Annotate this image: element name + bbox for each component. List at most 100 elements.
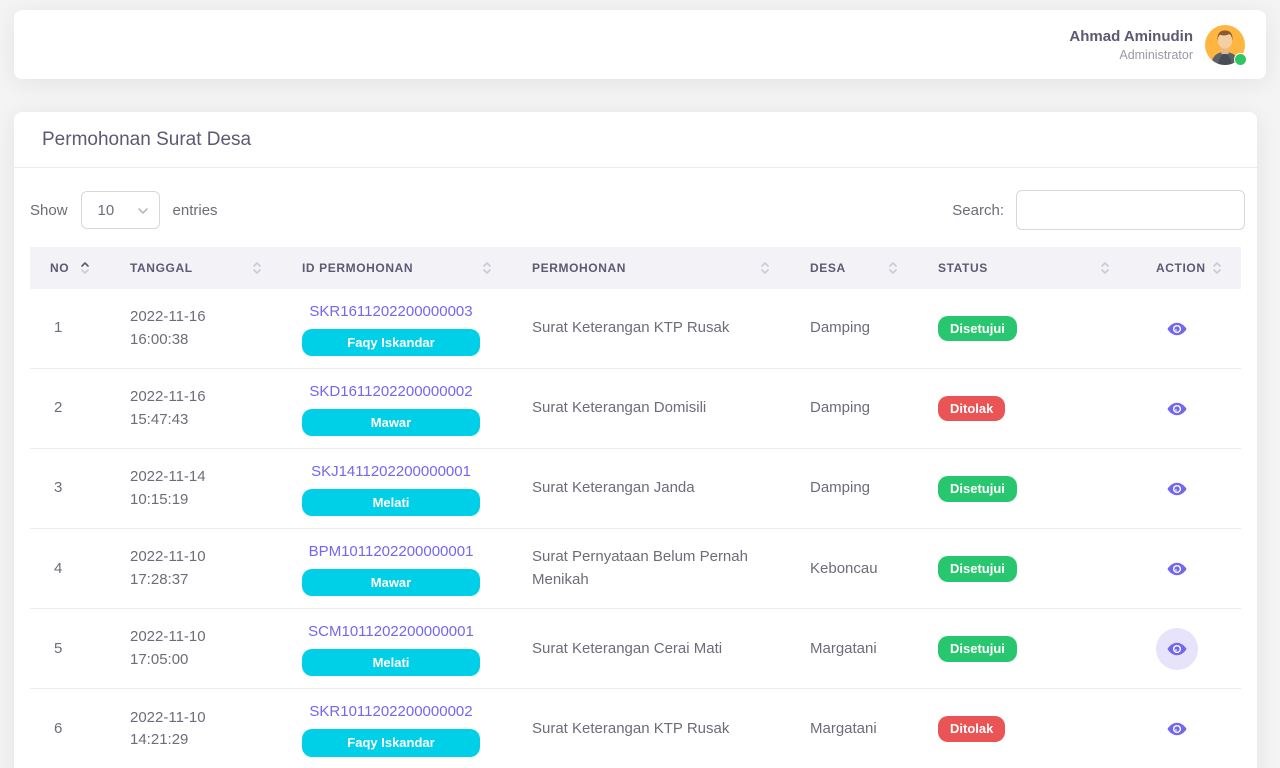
eye-icon	[1166, 718, 1188, 740]
column-header[interactable]: ID PERMOHONAN	[282, 247, 512, 289]
sort-icon	[252, 260, 262, 276]
column-header[interactable]: STATUS	[918, 247, 1130, 289]
date-text: 2022-11-14	[130, 466, 262, 489]
user-info[interactable]: Ahmad Aminudin Administrator	[1069, 28, 1193, 62]
date-text: 2022-11-10	[130, 546, 262, 569]
permohonan-id-link[interactable]: SKR1611202200000003	[302, 301, 480, 324]
cell-id-permohonan: SKR1611202200000003 Faqy Iskandar	[282, 289, 512, 369]
online-status-dot	[1234, 53, 1247, 66]
user-name: Ahmad Aminudin	[1069, 28, 1193, 45]
time-text: 16:00:38	[130, 329, 262, 352]
cell-no: 6	[30, 689, 110, 768]
show-label: Show	[30, 202, 68, 219]
cell-action	[1130, 689, 1241, 768]
cell-status: Ditolak	[918, 689, 1130, 768]
sort-icon	[482, 260, 492, 276]
status-badge: Disetujui	[938, 476, 1017, 502]
time-text: 15:47:43	[130, 409, 262, 432]
time-text: 10:15:19	[130, 489, 262, 512]
cell-id-permohonan: SKR1011202200000002 Faqy Iskandar	[282, 689, 512, 768]
search-input[interactable]	[1016, 190, 1245, 230]
applicant-badge: Melati	[302, 649, 480, 677]
cell-permohonan: Surat Keterangan KTP Rusak	[512, 289, 790, 369]
sort-icon	[80, 260, 90, 276]
page-length-control: Show 10 entries	[30, 191, 218, 229]
applicant-badge: Mawar	[302, 409, 480, 437]
cell-tanggal: 2022-11-14 10:15:19	[110, 449, 282, 529]
cell-permohonan: Surat Keterangan Domisili	[512, 369, 790, 449]
status-badge: Ditolak	[938, 396, 1005, 422]
view-button[interactable]	[1156, 468, 1198, 510]
cell-desa: Damping	[790, 449, 918, 529]
eye-icon	[1166, 478, 1188, 500]
table-row: 1 2022-11-16 16:00:38 SKR161120220000000…	[30, 289, 1241, 369]
applicant-badge: Melati	[302, 489, 480, 517]
cell-action	[1130, 369, 1241, 449]
cell-tanggal: 2022-11-16 15:47:43	[110, 369, 282, 449]
cell-tanggal: 2022-11-16 16:00:38	[110, 289, 282, 369]
status-badge: Disetujui	[938, 556, 1017, 582]
cell-desa: Damping	[790, 369, 918, 449]
status-badge: Disetujui	[938, 316, 1017, 342]
permohonan-id-link[interactable]: SCM1011202200000001	[302, 621, 480, 644]
cell-action	[1130, 289, 1241, 369]
table-header-row: NO TANGGAL ID PERMOHONAN PERMOHONAN	[30, 247, 1241, 289]
cell-tanggal: 2022-11-10 14:21:29	[110, 689, 282, 768]
applicant-badge: Faqy Iskandar	[302, 729, 480, 757]
column-header[interactable]: PERMOHONAN	[512, 247, 790, 289]
date-text: 2022-11-16	[130, 306, 262, 329]
view-button[interactable]	[1156, 628, 1198, 670]
column-header[interactable]: ACTION	[1130, 247, 1241, 289]
view-button[interactable]	[1156, 388, 1198, 430]
date-text: 2022-11-10	[130, 707, 262, 730]
cell-status: Disetujui	[918, 449, 1130, 529]
permohonan-id-link[interactable]: BPM1011202200000001	[302, 541, 480, 564]
view-button[interactable]	[1156, 708, 1198, 750]
cell-desa: Margatani	[790, 689, 918, 768]
eye-icon	[1166, 638, 1188, 660]
avatar[interactable]	[1205, 25, 1245, 65]
status-badge: Ditolak	[938, 716, 1005, 742]
page-length-select[interactable]: 10	[81, 191, 160, 229]
cell-no: 1	[30, 289, 110, 369]
search-label: Search:	[952, 202, 1004, 219]
cell-desa: Keboncau	[790, 529, 918, 609]
table-row: 6 2022-11-10 14:21:29 SKR101120220000000…	[30, 689, 1241, 768]
table-row: 3 2022-11-14 10:15:19 SKJ141120220000000…	[30, 449, 1241, 529]
cell-status: Disetujui	[918, 609, 1130, 689]
table-controls: Show 10 entries Search:	[14, 168, 1257, 247]
sort-icon	[1212, 260, 1222, 276]
table-wrapper: NO TANGGAL ID PERMOHONAN PERMOHONAN	[14, 247, 1257, 768]
sort-icon	[760, 260, 770, 276]
content-card: Permohonan Surat Desa Show 10 entries Se…	[14, 112, 1257, 768]
user-role: Administrator	[1069, 48, 1193, 62]
cell-status: Disetujui	[918, 289, 1130, 369]
search-control: Search:	[952, 190, 1245, 230]
cell-permohonan: Surat Pernyataan Belum Pernah Menikah	[512, 529, 790, 609]
cell-permohonan: Surat Keterangan Cerai Mati	[512, 609, 790, 689]
table-row: 2 2022-11-16 15:47:43 SKD161120220000000…	[30, 369, 1241, 449]
permohonan-id-link[interactable]: SKJ1411202200000001	[302, 461, 480, 484]
cell-tanggal: 2022-11-10 17:05:00	[110, 609, 282, 689]
page-length-value: 10	[98, 202, 115, 219]
cell-no: 2	[30, 369, 110, 449]
cell-desa: Damping	[790, 289, 918, 369]
column-header[interactable]: DESA	[790, 247, 918, 289]
column-header[interactable]: TANGGAL	[110, 247, 282, 289]
eye-icon	[1166, 558, 1188, 580]
time-text: 17:28:37	[130, 569, 262, 592]
sort-icon	[888, 260, 898, 276]
cell-permohonan: Surat Keterangan Janda	[512, 449, 790, 529]
table-row: 4 2022-11-10 17:28:37 BPM101120220000000…	[30, 529, 1241, 609]
eye-icon	[1166, 398, 1188, 420]
view-button[interactable]	[1156, 548, 1198, 590]
column-header[interactable]: NO	[30, 247, 110, 289]
view-button[interactable]	[1156, 308, 1198, 350]
permohonan-id-link[interactable]: SKD1611202200000002	[302, 381, 480, 404]
permohonan-id-link[interactable]: SKR1011202200000002	[302, 701, 480, 724]
cell-no: 4	[30, 529, 110, 609]
cell-permohonan: Surat Keterangan KTP Rusak	[512, 689, 790, 768]
cell-action	[1130, 609, 1241, 689]
chevron-down-icon	[137, 202, 149, 219]
permohonan-table: NO TANGGAL ID PERMOHONAN PERMOHONAN	[30, 247, 1241, 768]
